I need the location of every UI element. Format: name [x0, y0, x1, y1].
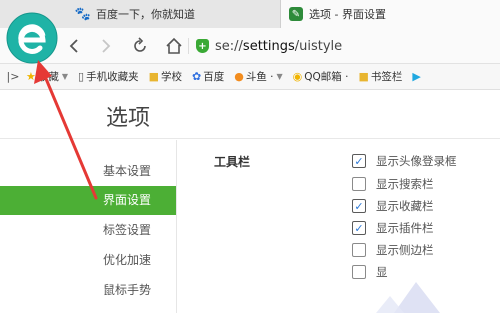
- watermark-mark: [376, 282, 440, 313]
- address-url: se://settings/uistyle: [215, 38, 343, 54]
- tab-strip: 🐾 百度一下，你就知道 ✎ 选项 - 界面设置: [0, 0, 500, 28]
- bookmarks-bar: |> ★ 收藏 ▼ ▯ 手机收藏夹 ■ 学校 ✿ 百度 ● 斗鱼 · ▼ ◉ Q…: [0, 64, 500, 90]
- bookmark-qqmail[interactable]: ◉ QQ邮箱 ·: [293, 69, 349, 84]
- forward-button[interactable]: [94, 34, 118, 58]
- home-icon: [166, 37, 182, 54]
- checkbox[interactable]: [352, 177, 366, 191]
- chevron-right-icon: [102, 39, 111, 53]
- tab-title: 百度一下，你就知道: [96, 8, 195, 21]
- option-show-favorites-bar[interactable]: ✓ 显示收藏栏: [352, 197, 434, 215]
- chevron-down-icon: ▼: [61, 72, 69, 81]
- bookmark-favorites[interactable]: ★ 收藏 ▼: [26, 69, 68, 84]
- browser-window: 🐾 百度一下，你就知道 ✎ 选项 - 界面设置 + se://settings/…: [0, 0, 500, 313]
- address-bar[interactable]: + se://settings/uistyle: [196, 36, 342, 56]
- home-button[interactable]: [162, 34, 186, 58]
- qq-mail-icon: ◉: [292, 70, 303, 83]
- douyu-icon: ●: [234, 70, 244, 83]
- browser-logo-icon: [6, 12, 58, 64]
- tab-title: 选项 - 界面设置: [309, 8, 386, 21]
- settings-wrench-icon: ✎: [289, 7, 303, 21]
- checkbox[interactable]: ✓: [352, 199, 366, 213]
- folder-icon: ■: [358, 70, 369, 83]
- bookmark-douyu[interactable]: ● 斗鱼 · ▼: [234, 69, 282, 84]
- phone-icon: ▯: [78, 70, 85, 83]
- folder-icon: ■: [148, 70, 159, 83]
- chevron-left-icon: [69, 39, 78, 53]
- tab-settings[interactable]: ✎ 选项 - 界面设置: [280, 0, 500, 28]
- option-show-plugin-bar[interactable]: ✓ 显示插件栏: [352, 219, 434, 237]
- section-label-toolbar: 工具栏: [214, 155, 251, 169]
- sidebar-item-basic[interactable]: 基本设置: [0, 157, 176, 186]
- sidebar-item-mouse-gestures[interactable]: 鼠标手势: [0, 276, 176, 305]
- refresh-button[interactable]: [128, 34, 152, 58]
- refresh-icon: [134, 37, 146, 52]
- bookmarks-toggle-button[interactable]: |>: [0, 70, 26, 83]
- bookmark-school[interactable]: ■ 学校: [149, 69, 182, 84]
- star-icon: ★: [26, 70, 36, 83]
- checkbox[interactable]: [352, 265, 366, 279]
- baidu-paw-icon: ✿: [192, 70, 202, 83]
- option-show-sidebar[interactable]: 显示侧边栏: [352, 241, 434, 259]
- navigation-bar: + se://settings/uistyle: [0, 28, 500, 64]
- address-separator: [188, 38, 189, 54]
- sidebar-item-tabs[interactable]: 标签设置: [0, 216, 176, 245]
- option-show-avatar-login[interactable]: ✓ 显示头像登录框: [352, 152, 457, 170]
- checkbox[interactable]: ✓: [352, 154, 366, 168]
- page-title: 选项: [106, 106, 151, 131]
- bookmark-baidu[interactable]: ✿ 百度: [192, 69, 224, 84]
- bookmark-bilibili[interactable]: ▶: [412, 70, 420, 83]
- tab-baidu[interactable]: 🐾 百度一下，你就知道: [68, 0, 280, 28]
- title-divider: [0, 138, 500, 139]
- bookmark-mobile[interactable]: ▯ 手机收藏夹: [78, 69, 139, 84]
- sidebar-item-interface[interactable]: 界面设置: [0, 186, 176, 215]
- baidu-paw-icon: 🐾: [74, 6, 92, 22]
- chevron-down-icon: ▼: [276, 72, 283, 81]
- back-button[interactable]: [62, 34, 86, 58]
- option-show-search-bar[interactable]: 显示搜索栏: [352, 175, 434, 193]
- bookmark-bookmarks-folder[interactable]: ■ 书签栏: [359, 69, 403, 84]
- sidebar-item-optimize[interactable]: 优化加速: [0, 246, 176, 275]
- bilibili-icon: ▶: [412, 70, 421, 83]
- secure-shield-icon: +: [196, 39, 209, 53]
- sidebar-divider: [176, 140, 177, 313]
- checkbox[interactable]: ✓: [352, 221, 366, 235]
- checkbox[interactable]: [352, 243, 366, 257]
- settings-sidebar: 基本设置 界面设置 标签设置 优化加速 鼠标手势: [0, 157, 176, 313]
